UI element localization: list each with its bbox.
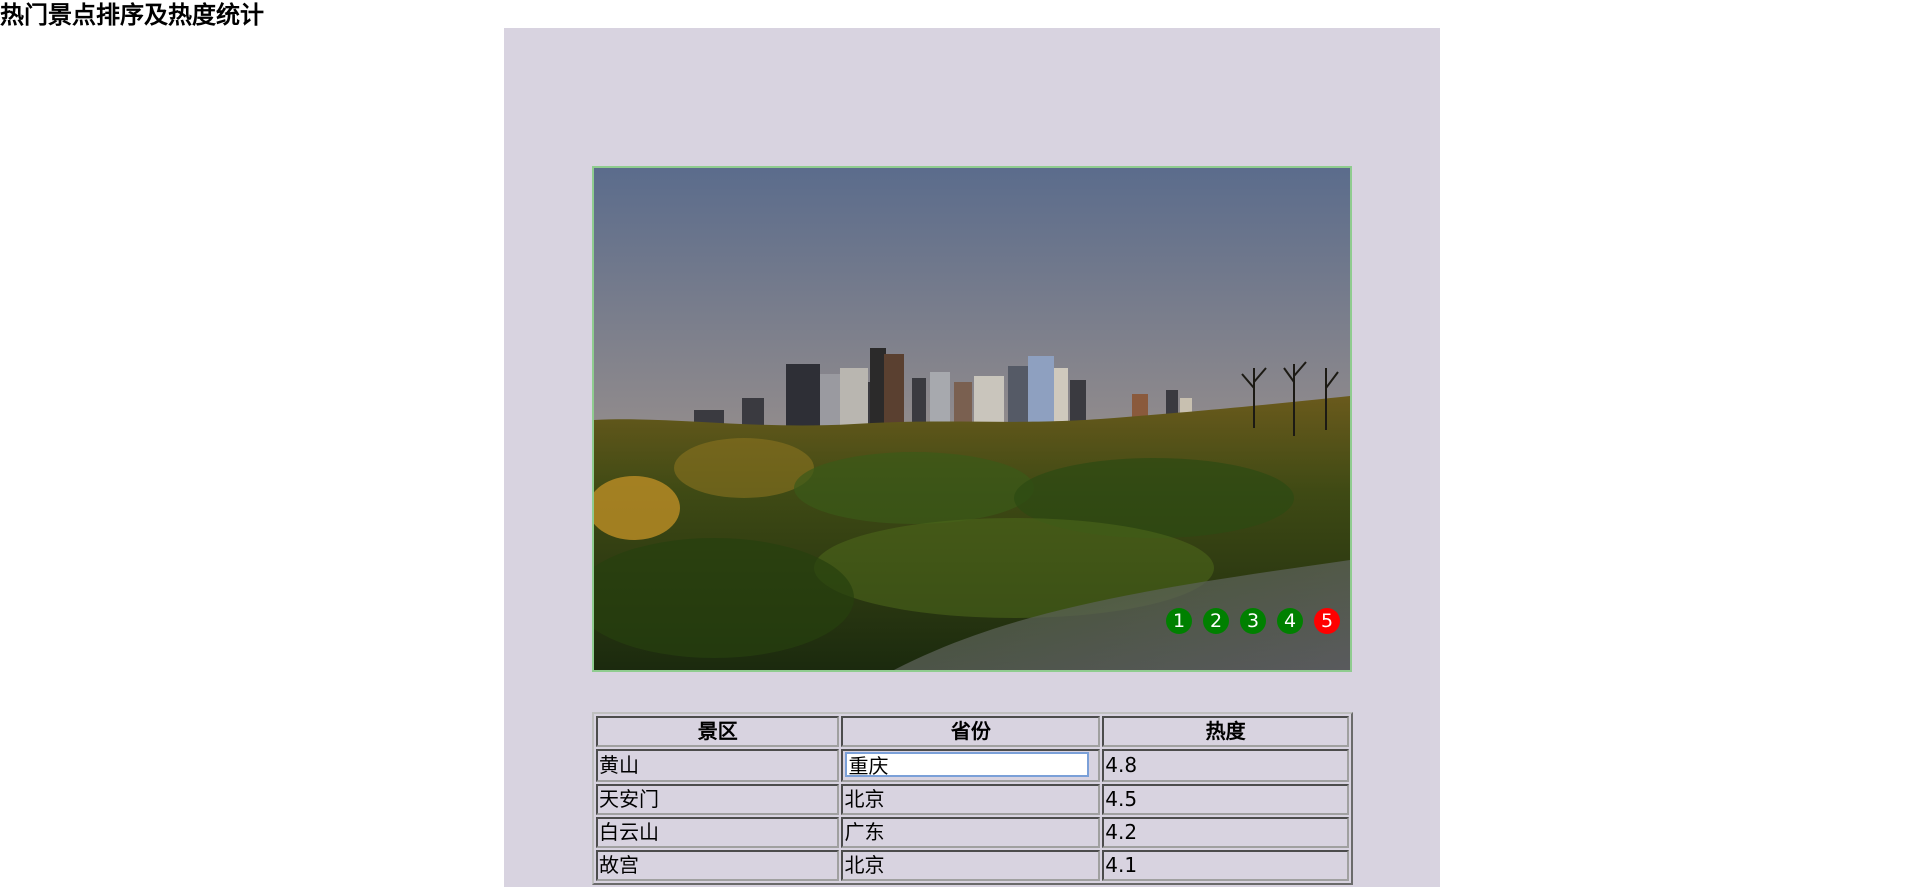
main-panel: 1 2 3 4 5 景区 省份 热度 黄山 4.8 (504, 28, 1440, 887)
carousel-pagination: 1 2 3 4 5 (1166, 608, 1340, 634)
carousel-dot-2[interactable]: 2 (1203, 608, 1229, 634)
cell-province[interactable]: 北京 (841, 850, 1101, 881)
carousel-dot-4[interactable]: 4 (1277, 608, 1303, 634)
cell-province[interactable]: 广东 (841, 817, 1101, 848)
table-row: 白云山 广东 4.2 (596, 817, 1349, 848)
header-scenic-area[interactable]: 景区 (596, 716, 840, 747)
cell-heat[interactable]: 4.8 (1102, 749, 1349, 782)
cell-heat[interactable]: 4.2 (1102, 817, 1349, 848)
header-province[interactable]: 省份 (841, 716, 1101, 747)
table-header-row: 景区 省份 热度 (596, 716, 1349, 747)
attractions-table: 景区 省份 热度 黄山 4.8 天安门 北京 4.5 (592, 712, 1353, 885)
carousel-dot-5-active[interactable]: 5 (1314, 608, 1340, 634)
table-row: 黄山 4.8 (596, 749, 1349, 782)
carousel-dot-1[interactable]: 1 (1166, 608, 1192, 634)
cell-heat[interactable]: 4.5 (1102, 784, 1349, 815)
carousel-image (594, 168, 1350, 670)
carousel-dot-3[interactable]: 3 (1240, 608, 1266, 634)
cell-name[interactable]: 故宫 (596, 850, 840, 881)
attractions-table-container: 景区 省份 热度 黄山 4.8 天安门 北京 4.5 (592, 712, 1353, 885)
cell-province[interactable]: 北京 (841, 784, 1101, 815)
page-title: 热门景点排序及热度统计 (0, 1, 264, 29)
image-carousel: 1 2 3 4 5 (592, 166, 1352, 672)
header-heat[interactable]: 热度 (1102, 716, 1349, 747)
table-row: 故宫 北京 4.1 (596, 850, 1349, 881)
cell-heat[interactable]: 4.1 (1102, 850, 1349, 881)
province-edit-input[interactable] (845, 752, 1090, 777)
cell-name[interactable]: 天安门 (596, 784, 840, 815)
cell-name[interactable]: 黄山 (596, 749, 840, 782)
cell-province-editing[interactable] (841, 749, 1101, 782)
cell-name[interactable]: 白云山 (596, 817, 840, 848)
table-row: 天安门 北京 4.5 (596, 784, 1349, 815)
